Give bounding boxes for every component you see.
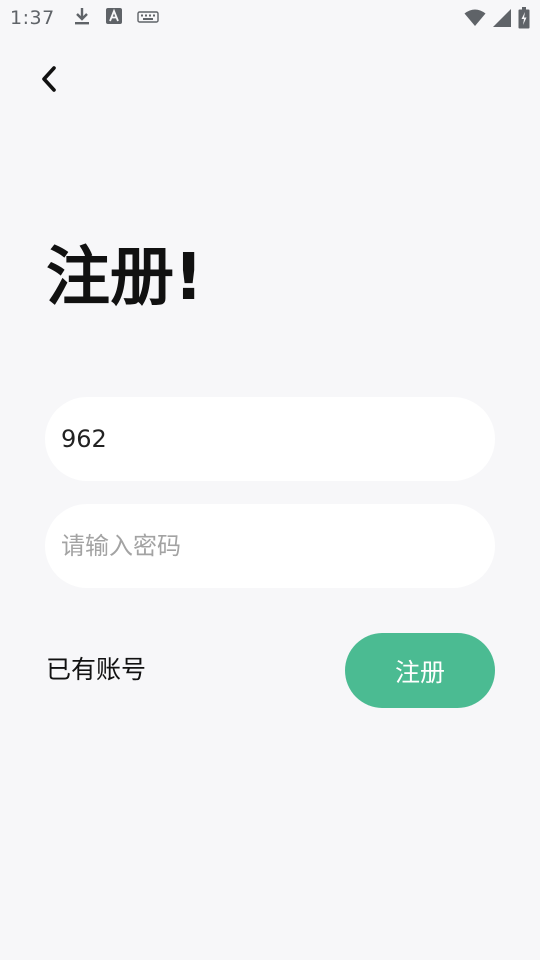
back-button[interactable] (30, 62, 68, 100)
status-bar: 1:37 (0, 0, 540, 36)
username-input[interactable] (45, 397, 495, 481)
download-icon (73, 6, 91, 30)
page-title: 注册! (46, 241, 204, 315)
status-icons-right (464, 7, 530, 33)
status-time: 1:37 (10, 7, 55, 29)
register-button[interactable]: 注册 (345, 633, 495, 708)
keyboard-icon (136, 9, 159, 28)
password-input[interactable] (45, 504, 495, 588)
have-account-link[interactable]: 已有账号 (46, 652, 146, 688)
chevron-left-icon (37, 64, 61, 98)
font-a-icon (105, 7, 123, 29)
register-screen: 1:37 注册! 962 已有账号 注册 (0, 0, 540, 960)
battery-icon (518, 7, 530, 33)
status-icons-left (73, 6, 159, 30)
wifi-icon (464, 9, 486, 31)
signal-icon (492, 8, 512, 32)
